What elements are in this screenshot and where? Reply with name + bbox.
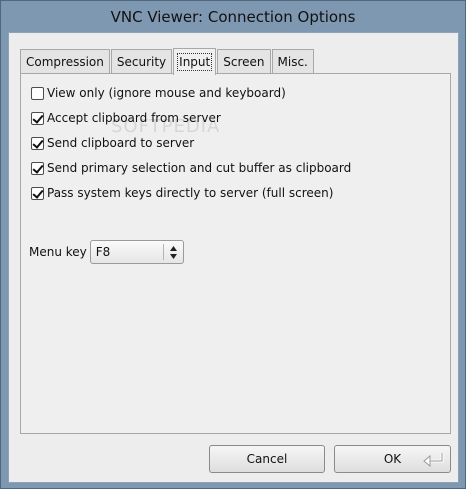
tab-security[interactable]: Security bbox=[110, 49, 173, 74]
tab-label: Input bbox=[177, 53, 213, 71]
tab-compression[interactable]: Compression bbox=[20, 49, 110, 74]
tab-strip: Compression Security Input Screen Misc. bbox=[20, 47, 315, 75]
view-only-checkbox[interactable]: View only (ignore mouse and keyboard) bbox=[31, 84, 286, 102]
cancel-button[interactable]: Cancel bbox=[209, 445, 325, 473]
tab-screen[interactable]: Screen bbox=[217, 49, 271, 74]
tab-input[interactable]: Input bbox=[173, 48, 217, 75]
checkbox-box[interactable] bbox=[31, 86, 44, 100]
checkmark-icon[interactable] bbox=[31, 186, 44, 200]
checkmark-icon[interactable] bbox=[31, 111, 44, 125]
send-primary-selection-checkbox[interactable]: Send primary selection and cut buffer as… bbox=[31, 159, 351, 177]
enter-key-icon bbox=[423, 453, 444, 468]
menu-key-row: Menu key F8 bbox=[29, 240, 184, 264]
tab-label: Misc. bbox=[277, 55, 308, 69]
checkmark-icon[interactable] bbox=[31, 161, 44, 175]
checkbox-label: Pass system keys directly to server (ful… bbox=[47, 186, 334, 200]
tab-misc[interactable]: Misc. bbox=[271, 49, 314, 74]
ok-button[interactable]: OK bbox=[334, 445, 451, 473]
window-title: VNC Viewer: Connection Options bbox=[110, 8, 356, 26]
checkbox-label: Send primary selection and cut buffer as… bbox=[47, 161, 352, 175]
checkmark-icon[interactable] bbox=[31, 136, 44, 150]
ok-button-label: OK bbox=[383, 452, 402, 466]
dialog-window: VNC Viewer: Connection Options Compressi… bbox=[0, 0, 466, 489]
accept-clipboard-checkbox[interactable]: Accept clipboard from server bbox=[31, 109, 221, 127]
menu-key-value: F8 bbox=[95, 245, 111, 259]
menu-key-label: Menu key bbox=[29, 245, 87, 259]
checkbox-label: View only (ignore mouse and keyboard) bbox=[47, 86, 286, 100]
up-down-arrows-icon bbox=[169, 246, 177, 259]
send-clipboard-checkbox[interactable]: Send clipboard to server bbox=[31, 134, 194, 152]
tab-label: Compression bbox=[26, 55, 104, 69]
cancel-button-label: Cancel bbox=[246, 452, 288, 466]
menu-key-select[interactable]: F8 bbox=[89, 240, 184, 264]
tab-label: Security bbox=[116, 55, 167, 69]
checkbox-label: Accept clipboard from server bbox=[47, 111, 221, 125]
pass-system-keys-checkbox[interactable]: Pass system keys directly to server (ful… bbox=[31, 184, 333, 202]
dialog-client-area: Compression Security Input Screen Misc. … bbox=[8, 32, 459, 483]
checkbox-label: Send clipboard to server bbox=[47, 136, 195, 150]
input-tab-panel: SOFTPEDIA View only (ignore mouse and ke… bbox=[20, 73, 451, 434]
title-bar[interactable]: VNC Viewer: Connection Options bbox=[1, 1, 465, 33]
select-divider bbox=[162, 244, 164, 260]
tab-label: Screen bbox=[223, 55, 265, 69]
